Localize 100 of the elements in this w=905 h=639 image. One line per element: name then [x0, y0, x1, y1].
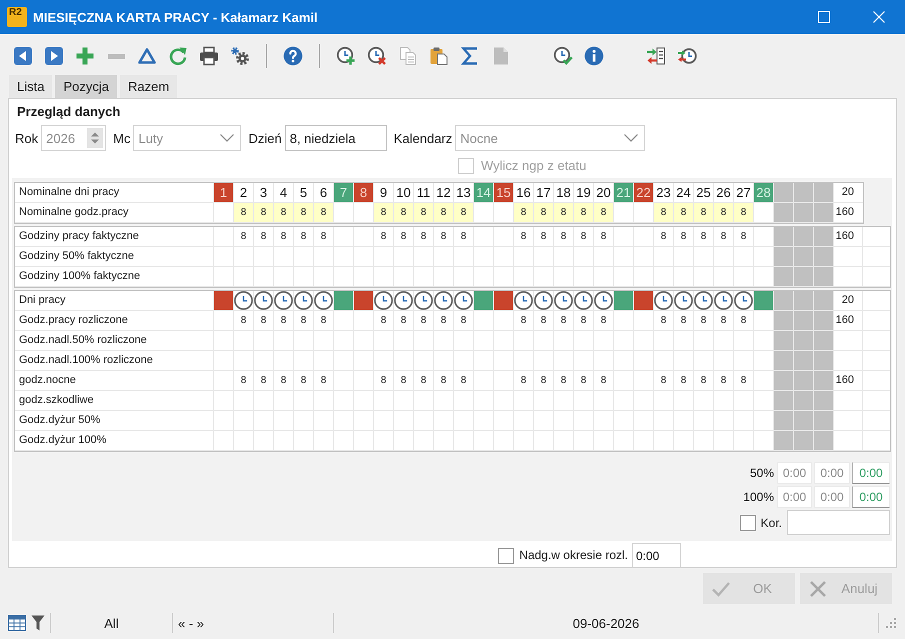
document-icon: [491, 46, 511, 66]
hours-cell-text: 8: [440, 374, 448, 388]
window-title: MIESIĘCZNA KARTA PRACY - Kałamarz Kamil: [33, 10, 318, 24]
hours-cell-text: 8: [380, 374, 388, 388]
row-label: Godz.nadl.100% rozliczone: [18, 353, 154, 368]
inactive-day-cell: [794, 371, 814, 391]
hours-cell: 8: [394, 203, 414, 223]
day-number: 24: [675, 184, 692, 202]
total-cell-text: 160: [834, 373, 855, 388]
refresh-button[interactable]: [167, 45, 189, 67]
day-number: 15: [494, 183, 514, 203]
hours-cell-text: 8: [260, 230, 268, 244]
hours-cell-text: 8: [580, 230, 588, 244]
row-label: 50%: [750, 466, 774, 480]
hours-cell-text: 8: [240, 230, 248, 244]
plus-icon: [75, 46, 95, 66]
add-time-button[interactable]: [335, 45, 357, 67]
transfer-button[interactable]: [645, 45, 667, 67]
tab[interactable]: Lista: [9, 75, 52, 98]
inactive-day-cell: [814, 391, 834, 411]
hours-cell: 8: [254, 203, 274, 223]
sigma-icon: [460, 46, 480, 66]
row-label: Godziny pracy faktyczne: [18, 229, 140, 244]
day-number: 2: [238, 184, 248, 202]
hours-cell-text: 8: [580, 314, 588, 328]
info-icon: [584, 46, 604, 66]
hours-cell-text: 8: [240, 374, 248, 388]
hours-cell-text: 8: [240, 314, 248, 328]
hours-cell-text: 8: [380, 230, 388, 244]
field-label: Kalendarz: [394, 130, 452, 146]
hours-cell: 8: [674, 203, 694, 223]
hours-cell-text: 8: [600, 374, 608, 388]
close-icon: [873, 11, 885, 23]
hours-cell: 8: [554, 203, 574, 223]
hours-cell: 8: [434, 203, 454, 223]
total-cell-text: 20: [840, 293, 855, 308]
hours-cell-text: 8: [680, 374, 688, 388]
day-marker: [634, 291, 653, 310]
hours-cell: 8: [314, 203, 334, 223]
print-button[interactable]: [198, 45, 220, 67]
day-number: 19: [575, 184, 592, 202]
field-label: Dzień: [248, 130, 282, 146]
checkbox-label: Kor.: [760, 516, 782, 530]
value-cell: 0:00: [814, 462, 850, 484]
hours-cell: 8: [594, 203, 614, 223]
inactive-day-cell: [794, 247, 814, 267]
input-field[interactable]: [787, 510, 890, 535]
clipboard-icon: [429, 46, 449, 66]
hours-cell-text: 8: [520, 374, 528, 388]
list-arrows-icon: [646, 46, 666, 66]
app-logo: R2: [7, 7, 27, 27]
hours-cell-text: 8: [300, 230, 308, 244]
text-field[interactable]: 8, niedziela: [284, 125, 387, 151]
next-button[interactable]: [43, 45, 65, 67]
hours-cell-text: 8: [680, 230, 688, 244]
day-number: 14: [474, 183, 494, 203]
date-label: 09-06-2026: [572, 616, 640, 630]
row-label: Godziny 100% faktyczne: [18, 269, 142, 284]
hours-cell-text: 8: [280, 314, 288, 328]
triangle-button[interactable]: [136, 45, 158, 67]
tab[interactable]: Razem: [120, 75, 178, 98]
day-number: 4: [278, 184, 288, 202]
add-button[interactable]: [74, 45, 96, 67]
day-number: 1: [214, 183, 234, 203]
hours-cell-text: 8: [740, 374, 748, 388]
paste-button[interactable]: [428, 45, 450, 67]
hours-cell-text: 8: [260, 374, 268, 388]
hours-cell-text: 8: [660, 230, 668, 244]
filter-icon[interactable]: [31, 615, 45, 631]
checkbox-label: Wylicz ngp z etatu: [481, 158, 586, 173]
row-label: Godz.dyżur 100%: [18, 433, 108, 448]
inactive-day-cell: [814, 351, 834, 371]
help-button[interactable]: [282, 45, 304, 67]
checkbox[interactable]: [740, 514, 756, 530]
hours-cell-text: 8: [720, 314, 728, 328]
day-number: 28: [754, 183, 774, 203]
confirm-time-button[interactable]: [552, 45, 574, 67]
check-icon: [712, 580, 730, 598]
hours-cell-text: 8: [740, 230, 748, 244]
previous-button[interactable]: [12, 45, 34, 67]
hours-cell-text: 8: [400, 374, 408, 388]
delete-time-button[interactable]: [366, 45, 388, 67]
checkbox[interactable]: [498, 548, 514, 564]
day-number: 6: [318, 184, 328, 202]
checkbox-label: Nadg.w okresie rozl.: [519, 548, 628, 562]
hours-cell-text: 8: [700, 374, 708, 388]
tab[interactable]: Pozycja: [55, 75, 117, 98]
info-button[interactable]: [583, 45, 605, 67]
resize-grip-icon[interactable]: [886, 618, 896, 628]
day-number: 3: [258, 184, 268, 202]
hours-cell-text: 8: [720, 230, 728, 244]
hours-cell-text: 8: [540, 314, 548, 328]
settings-button[interactable]: [229, 45, 251, 67]
hours-cell-text: 8: [260, 314, 268, 328]
hours-cell-text: 8: [700, 230, 708, 244]
day-number: 25: [695, 184, 712, 202]
table-icon[interactable]: [8, 615, 26, 631]
input-field[interactable]: 0:00: [632, 543, 681, 567]
day-number: 10: [395, 184, 412, 202]
hours-cell-text: 8: [560, 374, 568, 388]
